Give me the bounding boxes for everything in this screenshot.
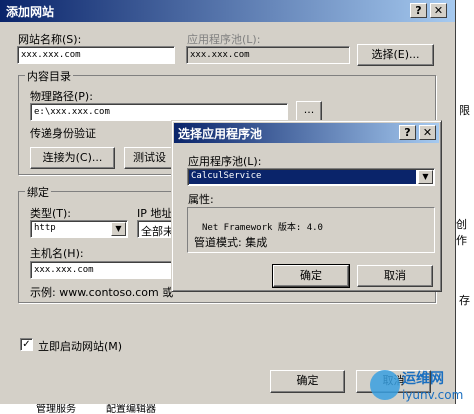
- binding-type-label: 类型(T):: [30, 207, 72, 220]
- select-app-pool-button[interactable]: 选择(E)...: [357, 44, 434, 66]
- host-name-input[interactable]: xxx.xxx.com: [30, 261, 174, 279]
- dialog-titlebar[interactable]: 选择应用程序池 ? ✕: [174, 123, 439, 143]
- ip-address-label: IP 地址: [137, 207, 173, 220]
- select-app-pool-dialog: 选择应用程序池 ? ✕ 应用程序池(L): CalculService ▼ 属性…: [171, 120, 442, 292]
- properties-label: 属性:: [188, 193, 214, 206]
- host-name-label: 主机名(H):: [30, 247, 84, 260]
- add-website-titlebar[interactable]: 添加网站 ? ✕: [0, 0, 455, 22]
- chevron-down-icon[interactable]: ▼: [418, 170, 433, 184]
- app-pool-selected-value: CalculService: [191, 171, 262, 181]
- background-text-1: 限: [459, 104, 470, 117]
- binding-legend: 绑定: [25, 184, 51, 200]
- background-text-3: 存: [459, 294, 470, 307]
- close-icon[interactable]: ✕: [430, 3, 447, 18]
- help-button[interactable]: ?: [410, 3, 427, 18]
- site-name-input[interactable]: xxx.xxx.com: [17, 46, 175, 64]
- watermark-url: iyunv.com: [402, 388, 464, 402]
- dialog-app-pool-label: 应用程序池(L):: [188, 155, 262, 168]
- content-directory-legend: 内容目录: [25, 68, 73, 84]
- app-pool-readonly-field: xxx.xxx.com: [186, 46, 350, 64]
- dialog-close-icon[interactable]: ✕: [419, 125, 436, 140]
- binding-type-value: http: [34, 223, 56, 233]
- framework-version-text: Net Framework 版本: 4.0: [202, 223, 323, 233]
- dialog-ok-button[interactable]: 确定: [272, 264, 350, 288]
- physical-path-label: 物理路径(P):: [30, 90, 93, 103]
- start-website-checkbox[interactable]: ✓: [20, 338, 33, 351]
- watermark-logo: 运维网 iyunv.com: [370, 366, 470, 406]
- connect-as-button[interactable]: 连接为(C)...: [30, 147, 115, 169]
- dialog-title: 选择应用程序池: [178, 127, 263, 141]
- host-example-text: 示例: www.contoso.com 或: [30, 286, 174, 299]
- watermark-circle-icon: [370, 370, 400, 400]
- watermark-text: 运维网: [402, 371, 444, 387]
- dialog-cancel-button[interactable]: 取消: [357, 265, 433, 287]
- ip-address-value: 全部未: [141, 225, 174, 238]
- binding-type-dropdown[interactable]: http ▼: [30, 220, 128, 238]
- taskbar-item-manage-service[interactable]: 管理服务: [36, 404, 76, 414]
- start-website-label: 立即启动网站(M): [38, 340, 123, 353]
- app-pool-label: 应用程序池(L):: [187, 33, 261, 46]
- pipeline-mode-text: 管道模式: 集成: [194, 236, 268, 249]
- dialog-help-button[interactable]: ?: [399, 125, 416, 140]
- background-app-strip: 限 创作 存: [456, 0, 474, 414]
- ok-button[interactable]: 确定: [270, 370, 345, 393]
- window-title: 添加网站: [6, 5, 55, 19]
- properties-box: Net Framework 版本: 4.0 管道模式: 集成: [187, 207, 435, 253]
- app-pool-dropdown[interactable]: CalculService ▼: [187, 168, 435, 186]
- physical-path-input[interactable]: e:\xxx.xxx.com: [30, 103, 288, 121]
- chevron-down-icon[interactable]: ▼: [111, 222, 126, 236]
- site-name-label: 网站名称(S):: [18, 33, 82, 46]
- passthrough-auth-label: 传递身份验证: [30, 127, 96, 140]
- taskbar-item-config-editor[interactable]: 配置编辑器: [106, 404, 156, 414]
- background-text-2: 创作: [456, 218, 467, 247]
